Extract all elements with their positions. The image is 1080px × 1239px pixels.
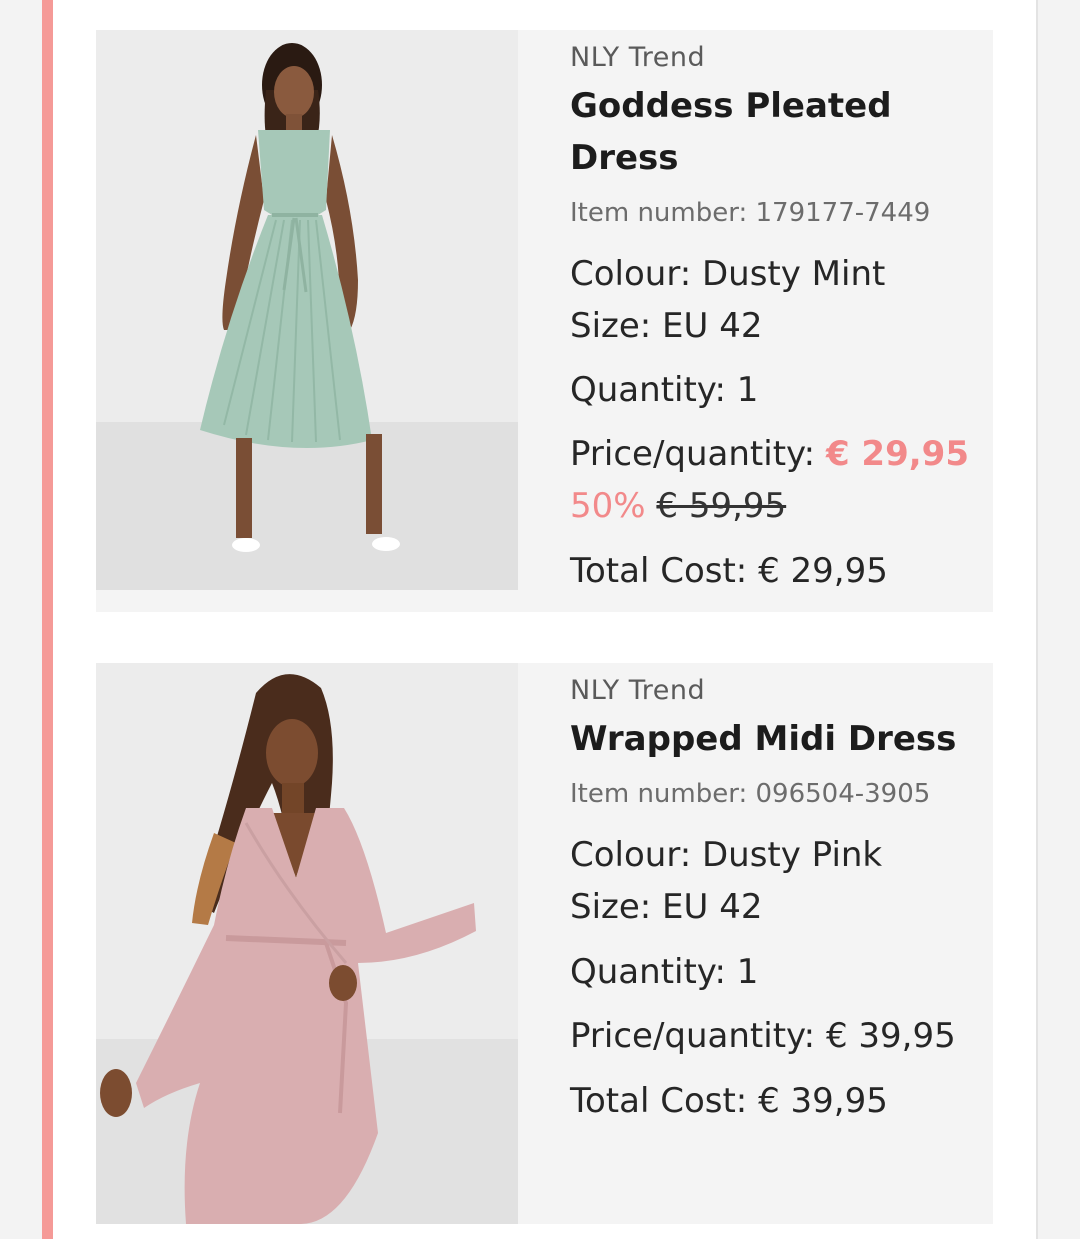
price: € 39,95 (825, 1016, 956, 1056)
divider (1036, 0, 1038, 1239)
product-title[interactable]: Wrapped Midi Dress (570, 713, 990, 765)
product-image[interactable] (96, 663, 518, 1224)
quantity: Quantity: 1 (570, 952, 759, 992)
order-item-card[interactable]: NLY Trend Wrapped Midi Dress Item number… (96, 663, 993, 1224)
item-number: Item number: 096504-3905 (570, 779, 931, 809)
quantity: Quantity: 1 (570, 370, 759, 410)
screen: NLY Trend Goddess Pleated Dress Item num… (0, 0, 1080, 1239)
discount-line: 50% € 59,95 (570, 486, 786, 526)
price-label: Price/quantity: (570, 434, 816, 474)
accent-bar (42, 0, 53, 1239)
size: Size: EU 42 (570, 887, 763, 927)
original-price: € 59,95 (656, 486, 787, 526)
product-title[interactable]: Goddess Pleated Dress (570, 80, 990, 184)
total-cost: Total Cost: € 29,95 (570, 551, 888, 591)
item-number: Item number: 179177-7449 (570, 198, 931, 228)
product-image[interactable] (96, 30, 518, 590)
price-line: Price/quantity: € 29,95 (570, 434, 969, 474)
dress-photo-icon (96, 30, 518, 590)
colour: Colour: Dusty Pink (570, 835, 883, 875)
order-item-card[interactable]: NLY Trend Goddess Pleated Dress Item num… (96, 30, 993, 612)
discount-percent: 50% (570, 486, 646, 526)
price-line: Price/quantity: € 39,95 (570, 1016, 956, 1056)
brand: NLY Trend (570, 675, 706, 706)
price-label: Price/quantity: (570, 1016, 816, 1056)
dress-photo-icon (96, 663, 518, 1224)
colour: Colour: Dusty Mint (570, 254, 886, 294)
total-cost: Total Cost: € 39,95 (570, 1081, 888, 1121)
size: Size: EU 42 (570, 306, 763, 346)
sale-price: € 29,95 (825, 434, 969, 474)
brand: NLY Trend (570, 42, 706, 73)
